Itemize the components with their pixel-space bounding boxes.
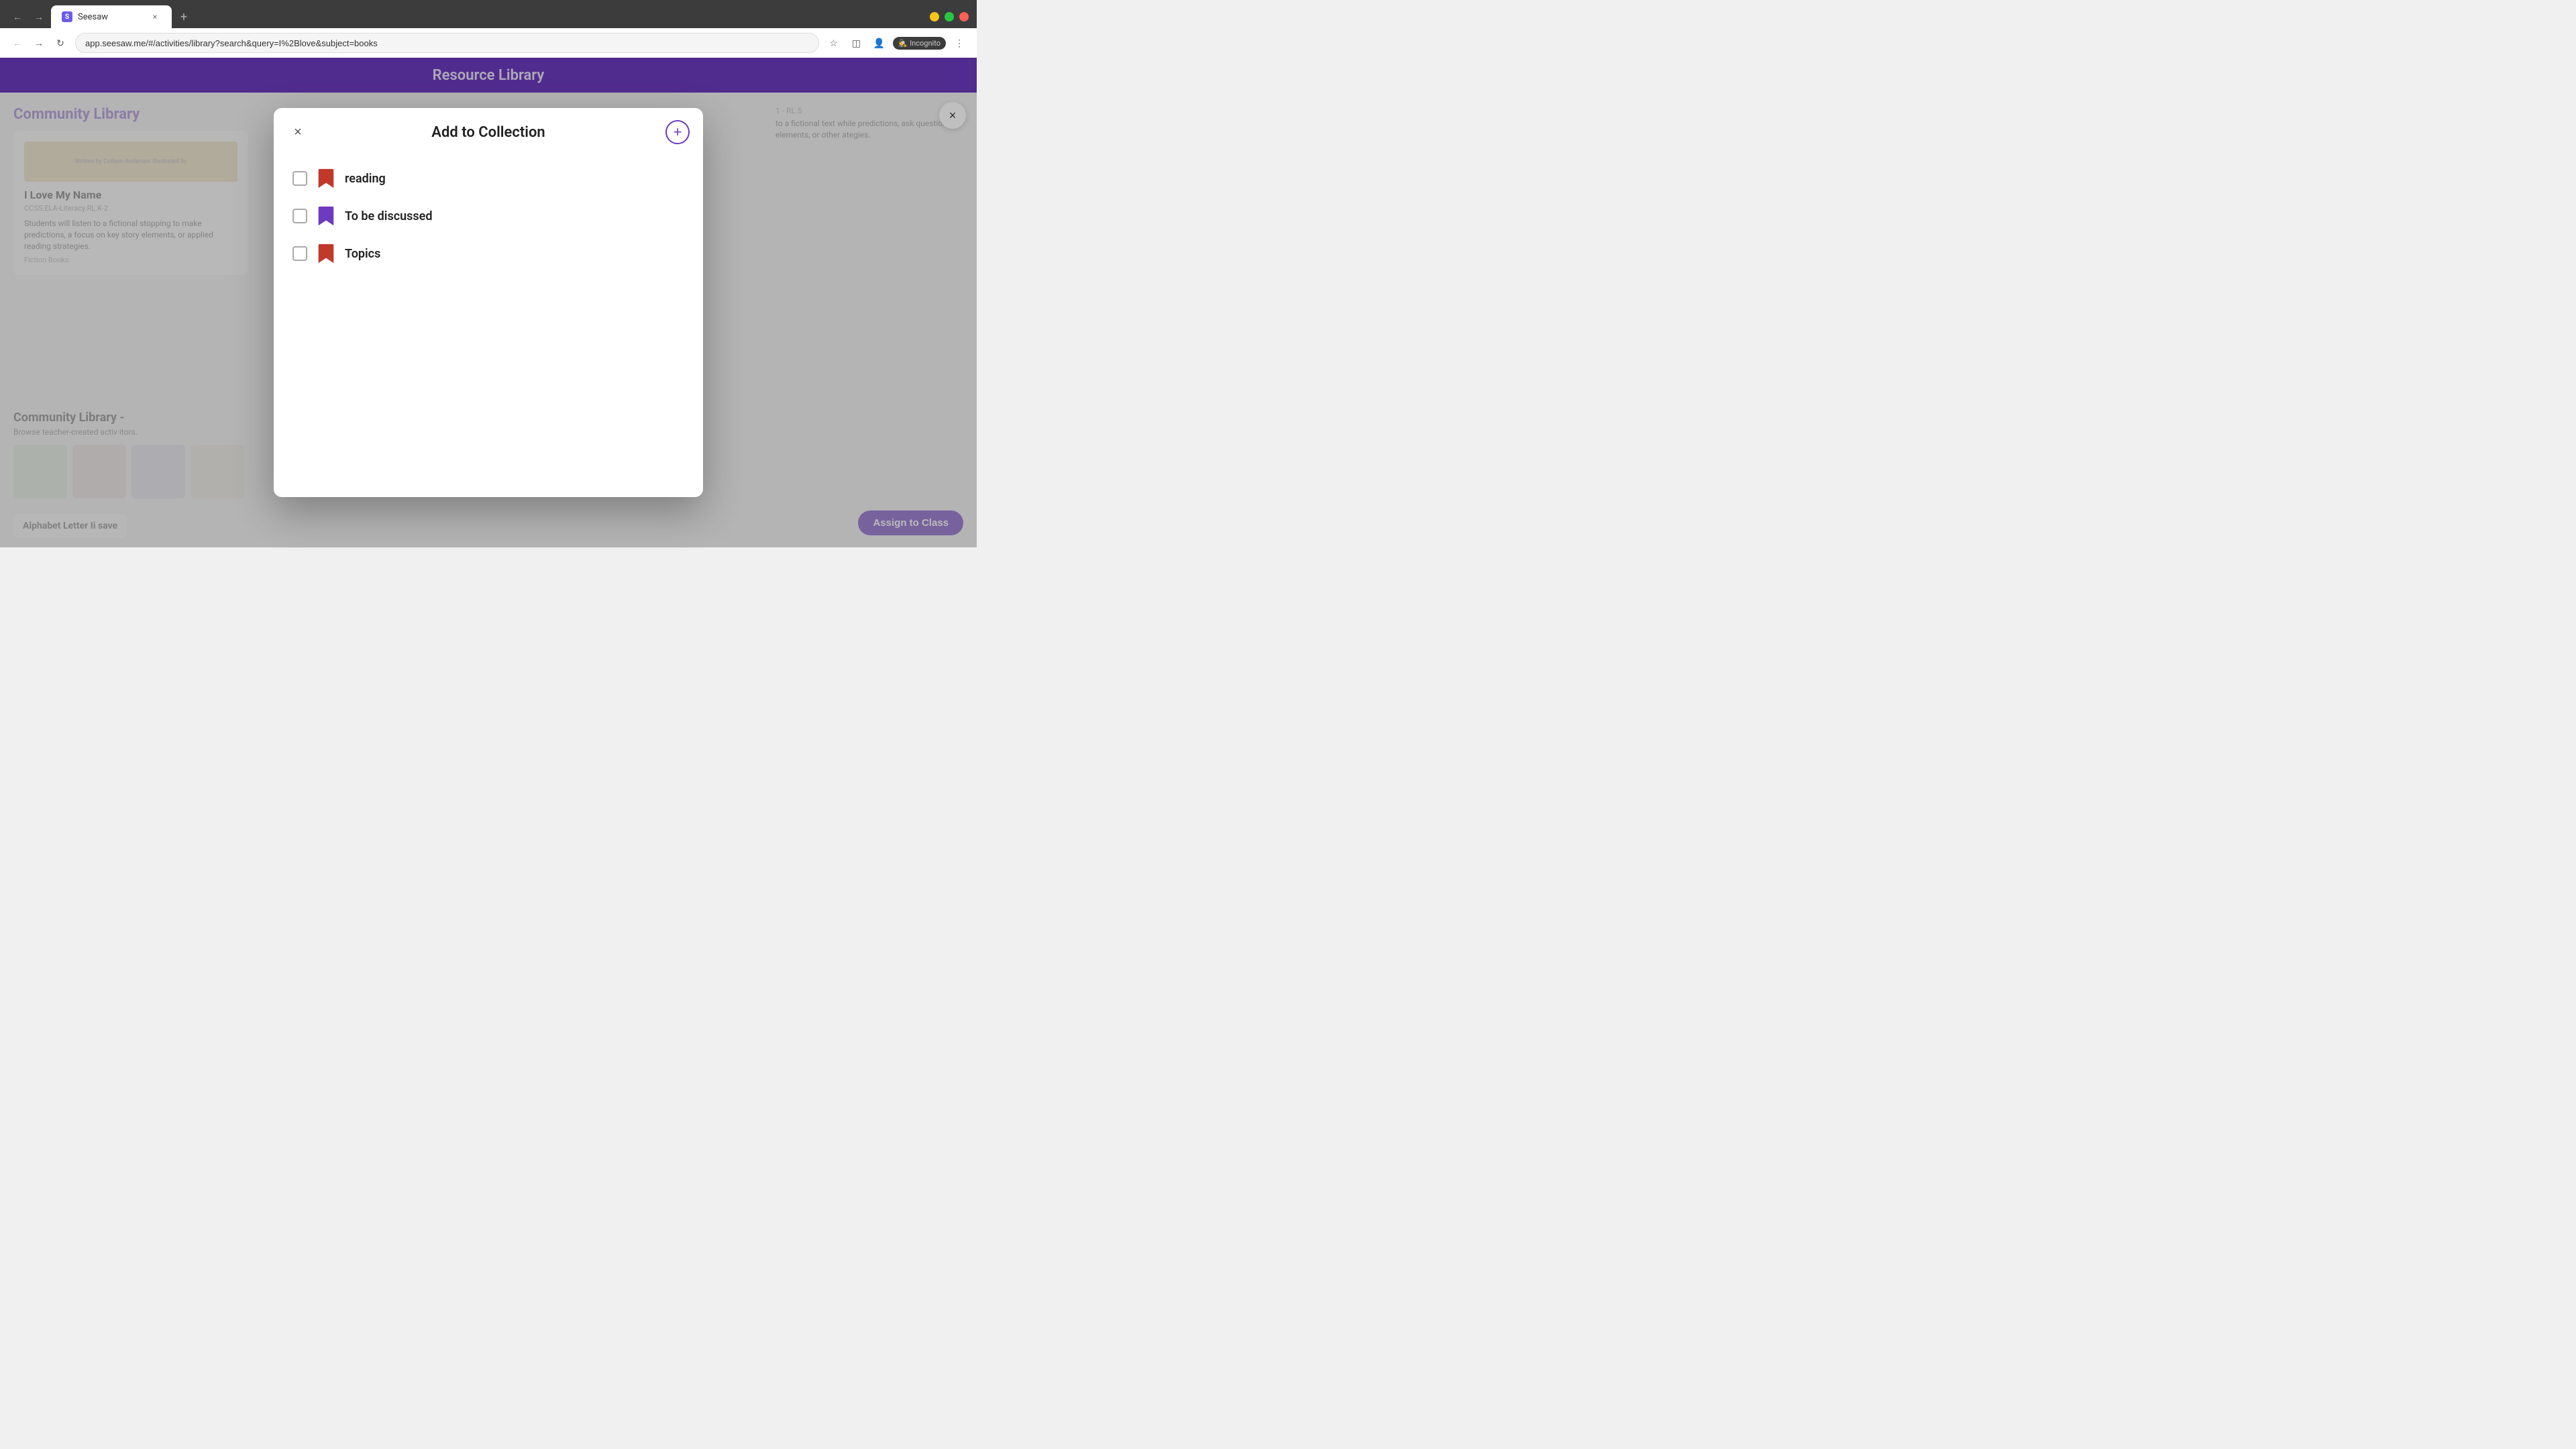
active-tab[interactable]: S Seesaw × <box>51 5 172 28</box>
reload-button[interactable]: ↻ <box>51 34 70 52</box>
address-input[interactable] <box>75 33 819 53</box>
new-tab-button[interactable]: + <box>174 7 193 26</box>
modal-overlay[interactable]: × Add to Collection + reading To be disc… <box>0 58 977 547</box>
forward-nav-button[interactable]: → <box>30 34 48 52</box>
collection-item-reading[interactable]: reading <box>292 160 684 197</box>
collection-item-topics[interactable]: Topics <box>292 235 684 272</box>
modal-header: × Add to Collection + <box>274 108 703 152</box>
close-window-button[interactable] <box>959 12 969 21</box>
forward-button[interactable]: → <box>30 7 48 26</box>
to-be-discussed-bookmark-icon <box>317 205 335 227</box>
incognito-icon: 🕵 <box>898 39 908 48</box>
minimize-button[interactable] <box>930 12 939 21</box>
modal-add-collection-button[interactable]: + <box>665 120 690 144</box>
toolbar-icons: ☆ ◫ 👤 🕵 Incognito ⋮ <box>824 34 969 52</box>
to-be-discussed-label: To be discussed <box>345 209 432 223</box>
to-be-discussed-checkbox[interactable] <box>292 209 307 223</box>
incognito-badge: 🕵 Incognito <box>893 37 947 50</box>
window-nav-controls: ← → <box>8 7 48 26</box>
profile-button[interactable]: 👤 <box>870 34 889 52</box>
nav-controls: ← → ↻ <box>8 34 70 52</box>
modal-title: Add to Collection <box>431 124 545 141</box>
back-nav-button[interactable]: ← <box>8 34 27 52</box>
reading-label: reading <box>345 172 386 186</box>
back-button[interactable]: ← <box>8 7 27 26</box>
browser-chrome: ← → S Seesaw × + ← → ↻ ☆ ◫ 👤 🕵 Incognit <box>0 0 977 58</box>
topics-checkbox[interactable] <box>292 246 307 261</box>
window-controls <box>930 12 969 21</box>
modal-close-button[interactable]: × <box>287 121 309 143</box>
tab-label: Seesaw <box>78 12 144 22</box>
collection-item-to-be-discussed[interactable]: To be discussed <box>292 197 684 235</box>
add-to-collection-modal: × Add to Collection + reading To be disc… <box>274 108 703 497</box>
bookmark-button[interactable]: ☆ <box>824 34 843 52</box>
maximize-button[interactable] <box>945 12 954 21</box>
address-bar-row: ← → ↻ ☆ ◫ 👤 🕵 Incognito ⋮ <box>0 28 977 58</box>
tab-close-button[interactable]: × <box>149 11 161 23</box>
tab-favicon: S <box>62 11 72 22</box>
reading-bookmark-icon <box>317 168 335 189</box>
topics-label: Topics <box>345 247 380 261</box>
extensions-button[interactable]: ◫ <box>847 34 866 52</box>
tab-bar: ← → S Seesaw × + <box>0 0 977 28</box>
menu-button[interactable]: ⋮ <box>950 34 969 52</box>
modal-body: reading To be discussed Topics <box>274 152 703 291</box>
incognito-label: Incognito <box>910 39 941 48</box>
reading-checkbox[interactable] <box>292 171 307 186</box>
topics-bookmark-icon <box>317 243 335 264</box>
